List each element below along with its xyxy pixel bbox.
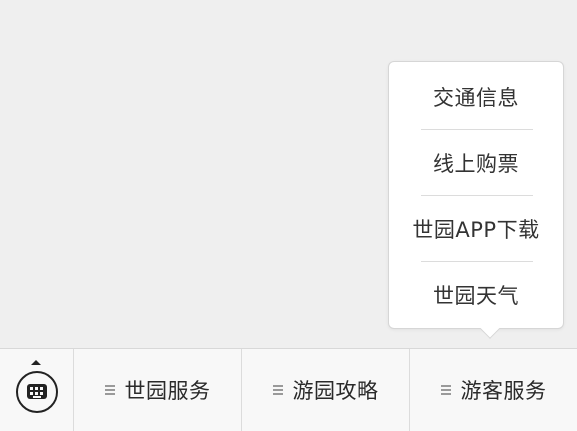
menu-tab-label: 游客服务 — [460, 379, 547, 403]
keyboard-icon — [16, 371, 58, 413]
submenu-item-label: 世园天气 — [433, 284, 519, 308]
submenu-item-traffic-info[interactable]: 交通信息 — [389, 64, 563, 130]
menu-tab-label: 游园攻略 — [292, 379, 379, 403]
submenu-item-label: 世园APP下载 — [412, 218, 540, 242]
menu-tab-visitor-services[interactable]: 游客服务 — [410, 349, 577, 431]
caret-up-icon — [31, 360, 41, 365]
menu-lines-icon — [104, 384, 115, 396]
keyboard-toggle-button[interactable] — [0, 349, 74, 431]
menu-tab-visit-guide[interactable]: 游园攻略 — [242, 349, 410, 431]
submenu-item-online-tickets[interactable]: 线上购票 — [389, 130, 563, 196]
menu-tab-label: 世园服务 — [124, 379, 211, 403]
submenu-item-label: 线上购票 — [433, 152, 519, 176]
menu-lines-icon — [440, 384, 451, 396]
bottom-menu-bar: 世园服务 游园攻略 游客服务 — [0, 348, 577, 431]
submenu-item-weather[interactable]: 世园天气 — [389, 262, 563, 328]
menu-lines-icon — [272, 384, 283, 396]
menu-tab-expo-services[interactable]: 世园服务 — [74, 349, 242, 431]
submenu-popup: 交通信息 线上购票 世园APP下载 世园天气 — [388, 61, 564, 329]
submenu-item-app-download[interactable]: 世园APP下载 — [389, 196, 563, 262]
submenu-item-label: 交通信息 — [433, 86, 519, 110]
